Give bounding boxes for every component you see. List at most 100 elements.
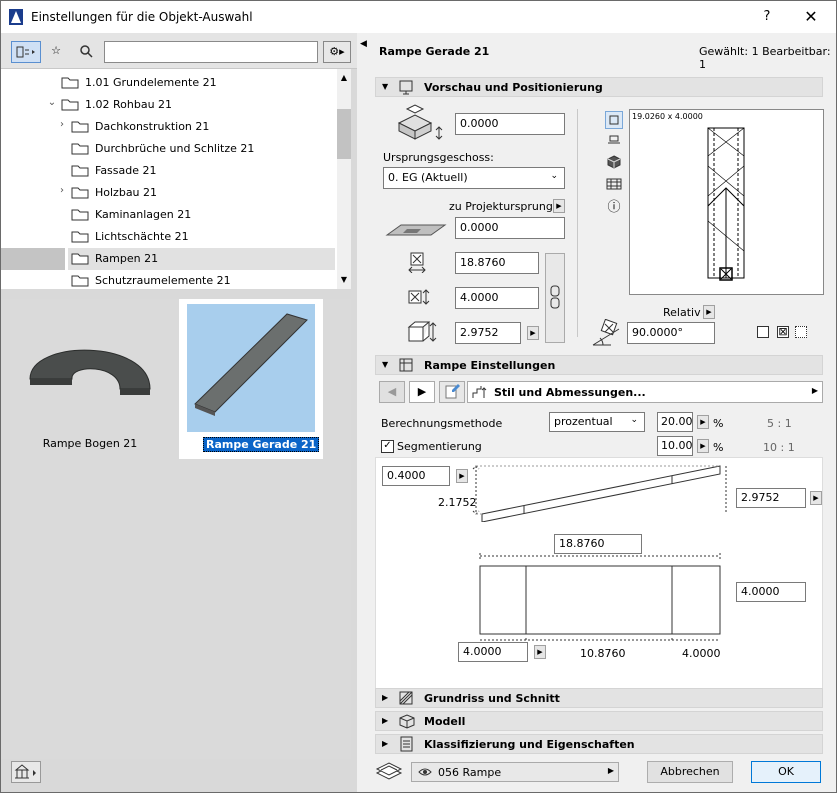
dim-right-menu-button[interactable]: ▶: [810, 491, 822, 505]
dialog-window: Einstellungen für die Objekt-Auswahl ? ✕…: [0, 0, 837, 793]
methode-dropdown[interactable]: prozentual ⌄: [549, 412, 645, 432]
section-rampe-einstellungen[interactable]: ▼ Rampe Einstellungen: [375, 355, 823, 375]
search-icon[interactable]: [75, 41, 97, 63]
link-dimensions-button[interactable]: [545, 253, 565, 343]
section-label: Rampe Einstellungen: [424, 359, 556, 372]
tree-item-schutzraum[interactable]: Schutzraumelemente 21: [1, 270, 337, 289]
elevation-view-icon[interactable]: [605, 177, 623, 195]
settings-gear-icon[interactable]: ⚙▸: [323, 41, 351, 63]
object-preview-area: Rampe Bogen 21 Rampe Gerade 21: [1, 299, 351, 759]
folder-icon: [71, 253, 89, 265]
dim-start-input[interactable]: 4.0000: [458, 642, 528, 662]
tree-item-fassade[interactable]: Fassade 21: [1, 160, 337, 182]
relativ-menu-button[interactable]: ▶: [703, 305, 715, 319]
layer-stack-icon: [375, 762, 403, 780]
length-input[interactable]: 18.8760: [455, 252, 539, 274]
projektursprung-menu-button[interactable]: ▶: [553, 199, 565, 213]
methode-menu-button[interactable]: ▶: [697, 415, 709, 429]
segment-unit: %: [713, 441, 724, 454]
segmentierung-label: Segmentierung: [397, 440, 482, 453]
segment-menu-button[interactable]: ▶: [697, 439, 709, 453]
page-edit-icon[interactable]: [439, 381, 465, 403]
folder-icon: [71, 121, 89, 133]
projektursprung-input[interactable]: 0.0000: [455, 217, 565, 239]
geschoss-dropdown[interactable]: 0. EG (Aktuell) ⌄: [383, 167, 565, 189]
anchor-mirror-checkbox[interactable]: ⊠: [777, 326, 789, 338]
library-view-button[interactable]: [11, 41, 41, 63]
selection-info: Gewählt: 1 Bearbeitbar: 1: [699, 45, 831, 71]
help-button[interactable]: ?: [757, 7, 777, 27]
segment-value-input[interactable]: 10.000: [657, 436, 693, 456]
library-manager-button[interactable]: [11, 761, 41, 783]
layer-dropdown[interactable]: 056 Rampe ▶: [411, 762, 619, 782]
methode-ratio: 5 : 1: [767, 417, 792, 430]
section-modell[interactable]: ▶ Modell: [375, 711, 823, 731]
relativ-label: Relativ: [663, 306, 701, 319]
section-view-icon[interactable]: [605, 133, 623, 151]
prev-page-button[interactable]: ◀: [379, 381, 405, 403]
elevation-input[interactable]: 0.0000: [455, 113, 565, 135]
panel-splitter[interactable]: ◀: [357, 33, 371, 792]
folder-icon: [71, 165, 89, 177]
stil-dropdown[interactable]: Stil und Abmessungen... ▶: [467, 381, 823, 403]
tree-item-1.02[interactable]: ⌄ 1.02 Rohbau 21: [1, 94, 337, 116]
cancel-button[interactable]: Abbrechen: [647, 761, 733, 783]
dim-width-input[interactable]: 4.0000: [736, 582, 806, 602]
folder-icon: [71, 187, 89, 199]
tree-item-holzbau[interactable]: › Holzbau 21: [1, 182, 337, 204]
model-cube-icon: [399, 714, 415, 729]
tree-item-1.01[interactable]: 1.01 Grundelemente 21: [1, 72, 337, 94]
next-page-button[interactable]: ▶: [409, 381, 435, 403]
collapse-arrow-icon[interactable]: ◀: [360, 39, 367, 49]
chevron-down-icon[interactable]: ⌄: [47, 97, 57, 111]
expand-right-icon: ▶: [382, 716, 389, 725]
ok-button[interactable]: OK: [751, 761, 821, 783]
tree-item-label: Holzbau 21: [95, 186, 158, 199]
dim-top-input[interactable]: 0.4000: [382, 466, 450, 486]
dim-total-input[interactable]: 18.8760: [554, 534, 642, 554]
scroll-up-icon[interactable]: ▲: [337, 71, 351, 85]
section-klassifizierung[interactable]: ▶ Klassifizierung und Eigenschaften: [375, 734, 823, 754]
expand-right-icon: ▶: [382, 739, 389, 748]
section-grundriss[interactable]: ▶ Grundriss und Schnitt: [375, 688, 823, 708]
stil-label: Stil und Abmessungen...: [494, 386, 646, 399]
tree-item-durchbrueche[interactable]: Durchbrüche und Schlitze 21: [1, 138, 337, 160]
chevron-right-icon[interactable]: ›: [57, 119, 67, 133]
tree-item-rampen[interactable]: Rampen 21: [1, 245, 337, 273]
width-input[interactable]: 4.0000: [455, 287, 539, 309]
segmentierung-checkbox[interactable]: ✓: [381, 440, 394, 453]
methode-value-input[interactable]: 20.000: [657, 412, 693, 432]
tree-scrollbar[interactable]: ▲ ▼: [337, 69, 351, 289]
height-icon: [407, 321, 437, 342]
dim-end-length: 4.0000: [682, 647, 721, 660]
scroll-thumb[interactable]: [337, 109, 351, 159]
rotation-angle-icon: [592, 319, 620, 346]
height-input[interactable]: 2.9752: [455, 322, 521, 344]
dim-right-input[interactable]: 2.9752: [736, 488, 806, 508]
object-name: Rampe Gerade 21: [379, 45, 490, 58]
anchor-none-checkbox[interactable]: [757, 326, 769, 338]
classification-list-icon: [400, 736, 413, 752]
window-title: Einstellungen für die Objekt-Auswahl: [31, 10, 253, 24]
expand-down-icon: ▼: [382, 82, 389, 91]
anchor-dotted-checkbox[interactable]: [795, 326, 807, 338]
3d-view-icon[interactable]: [605, 155, 623, 173]
dim-top-menu-button[interactable]: ▶: [456, 469, 468, 483]
section-vorschau[interactable]: ▼ Vorschau und Positionierung: [375, 77, 823, 97]
chevron-right-icon[interactable]: ›: [57, 185, 67, 199]
search-input[interactable]: [104, 41, 318, 63]
tree-item-label: Lichtschächte 21: [95, 230, 189, 243]
floorplan-section-icon: [399, 691, 413, 705]
info-icon[interactable]: ⓘ: [605, 199, 623, 217]
object-item-rampe-bogen[interactable]: Rampe Bogen 21: [15, 319, 165, 459]
close-button[interactable]: ✕: [797, 7, 825, 27]
scroll-down-icon[interactable]: ▼: [337, 273, 351, 287]
angle-input[interactable]: 90.0000°: [627, 322, 715, 344]
height-menu-button[interactable]: ▶: [527, 326, 539, 340]
object-item-rampe-gerade[interactable]: Rampe Gerade 21: [179, 299, 323, 459]
tree-item-kaminanlagen[interactable]: Kaminanlagen 21: [1, 204, 337, 226]
favorites-star-icon[interactable]: ☆: [45, 41, 67, 63]
tree-item-dachkonstruktion[interactable]: › Dachkonstruktion 21: [1, 116, 337, 138]
dim-start-menu-button[interactable]: ▶: [534, 645, 546, 659]
plan-view-icon[interactable]: [605, 111, 623, 129]
